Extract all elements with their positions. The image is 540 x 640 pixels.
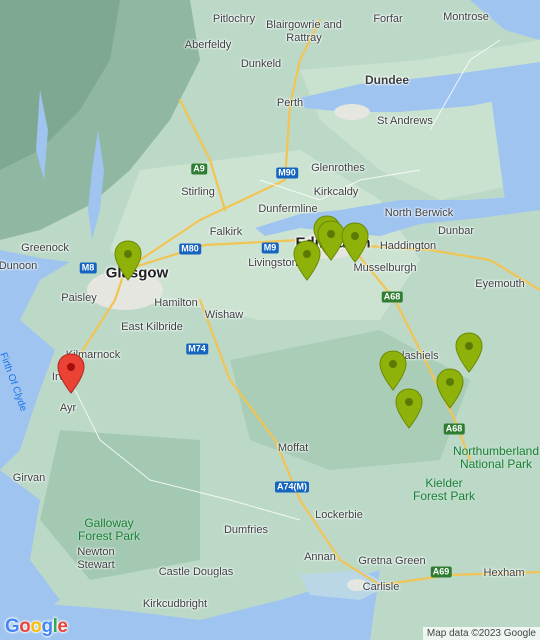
place-label-girvan[interactable]: Girvan xyxy=(13,472,45,484)
place-label-stirling[interactable]: Stirling xyxy=(181,186,215,198)
place-label-livingston[interactable]: Livingston xyxy=(248,257,298,269)
place-label-hexham[interactable]: Hexham xyxy=(484,567,525,579)
place-label-glenrothes[interactable]: Glenrothes xyxy=(311,162,365,174)
road-shield-a9: A9 xyxy=(191,163,207,175)
road-shield-a69: A69 xyxy=(430,566,452,578)
location-marker[interactable] xyxy=(435,368,465,410)
place-label-kirkcudbright[interactable]: Kirkcudbright xyxy=(143,598,207,610)
place-label-aberfeldy[interactable]: Aberfeldy xyxy=(185,39,231,51)
place-label-lockerbie[interactable]: Lockerbie xyxy=(315,509,363,521)
place-label-greenock[interactable]: Greenock xyxy=(21,242,69,254)
road-shield-m80: M80 xyxy=(179,243,201,255)
place-label-blairgowrie-text: Blairgowrie and Rattray xyxy=(266,19,342,44)
location-marker[interactable] xyxy=(113,240,143,282)
road-shield-m90: M90 xyxy=(276,167,298,179)
park-label-northumberland[interactable]: Northumberland National Park xyxy=(451,445,540,471)
place-label-moffat[interactable]: Moffat xyxy=(278,442,308,454)
map-base xyxy=(0,0,540,640)
road-shield-m74: M74 xyxy=(186,343,208,355)
road-shield-m9: M9 xyxy=(261,242,279,254)
place-label-blairgowrie[interactable]: Blairgowrie and Rattray xyxy=(254,19,354,45)
place-label-montrose[interactable]: Montrose xyxy=(443,11,489,23)
map-attribution[interactable]: Map data ©2023 Google xyxy=(422,627,540,640)
place-label-st-andrews[interactable]: St Andrews xyxy=(377,115,433,127)
map-canvas[interactable]: Pitlochry Blairgowrie and Rattray Forfar… xyxy=(0,0,540,640)
place-label-annan[interactable]: Annan xyxy=(304,551,336,563)
road-shield-a68-south: A68 xyxy=(443,423,465,435)
location-marker[interactable] xyxy=(340,222,370,264)
road-shield-m8: M8 xyxy=(79,262,97,274)
road-shield-a68-north: A68 xyxy=(381,291,403,303)
logo-letter: o xyxy=(30,616,42,637)
place-label-falkirk[interactable]: Falkirk xyxy=(210,226,242,238)
park-label-kielder[interactable]: Kielder Forest Park xyxy=(409,477,479,503)
place-label-haddington[interactable]: Haddington xyxy=(380,240,436,252)
place-label-dunkeld[interactable]: Dunkeld xyxy=(241,58,281,70)
place-label-hamilton[interactable]: Hamilton xyxy=(154,297,197,309)
place-label-gretna-green[interactable]: Gretna Green xyxy=(358,555,425,567)
logo-letter: e xyxy=(57,616,68,637)
place-label-north-berwick[interactable]: North Berwick xyxy=(385,207,453,219)
logo-letter: g xyxy=(41,616,54,637)
road-shield-a74m: A74(M) xyxy=(274,481,310,493)
park-label-galloway[interactable]: Galloway Forest Park xyxy=(74,517,144,543)
place-label-dunoon[interactable]: Dunoon xyxy=(0,260,37,272)
place-label-eyemouth[interactable]: Eyemouth xyxy=(475,278,525,290)
google-logo[interactable]: Google xyxy=(5,616,68,638)
place-label-paisley[interactable]: Paisley xyxy=(61,292,96,304)
place-label-forfar[interactable]: Forfar xyxy=(373,13,402,25)
place-label-dundee[interactable]: Dundee xyxy=(365,73,409,87)
place-label-perth[interactable]: Perth xyxy=(277,97,303,109)
place-label-castle-douglas[interactable]: Castle Douglas xyxy=(159,566,234,578)
place-label-east-kilbride[interactable]: East Kilbride xyxy=(121,321,183,333)
place-label-carlisle[interactable]: Carlisle xyxy=(363,581,400,593)
place-label-kirkcaldy[interactable]: Kirkcaldy xyxy=(314,186,359,198)
location-marker[interactable] xyxy=(394,388,424,430)
place-label-wishaw[interactable]: Wishaw xyxy=(205,309,244,321)
place-label-pitlochry[interactable]: Pitlochry xyxy=(213,13,255,25)
location-marker-selected[interactable] xyxy=(56,353,86,395)
place-label-dumfries[interactable]: Dumfries xyxy=(224,524,268,536)
place-label-newton-stewart[interactable]: Newton Stewart xyxy=(66,546,126,572)
place-label-ayr[interactable]: Ayr xyxy=(60,402,76,414)
place-label-dunfermline[interactable]: Dunfermline xyxy=(258,203,317,215)
logo-letter: G xyxy=(5,616,20,637)
place-label-dunbar[interactable]: Dunbar xyxy=(438,225,474,237)
logo-letter: o xyxy=(19,616,31,637)
location-marker[interactable] xyxy=(378,350,408,392)
